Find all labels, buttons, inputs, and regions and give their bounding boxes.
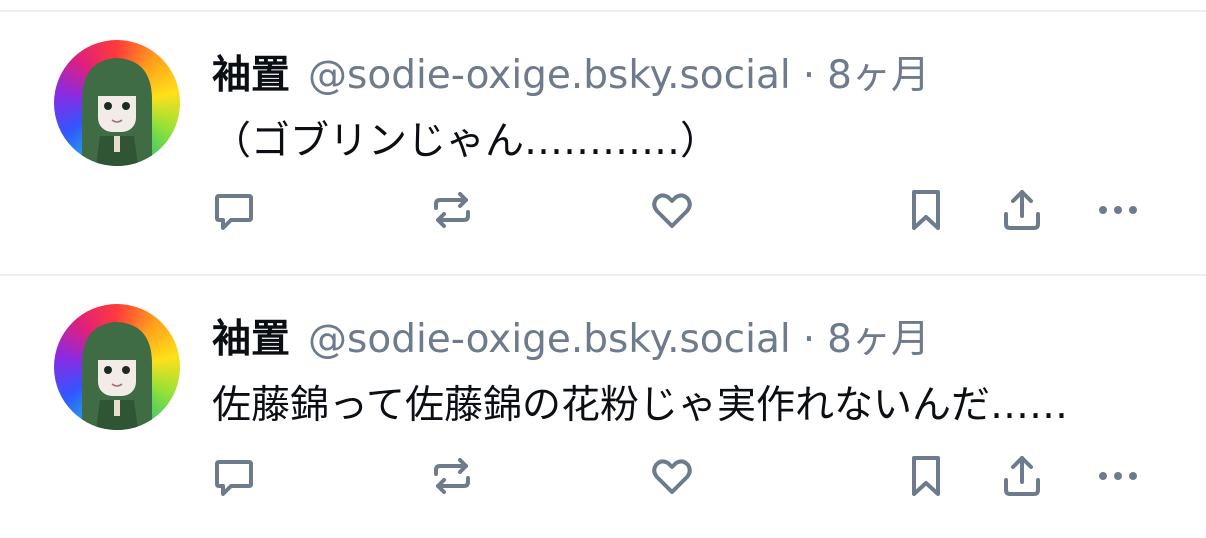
share-icon: [1004, 456, 1040, 496]
more-icon: [1099, 472, 1137, 480]
like-icon: [652, 193, 692, 228]
more-button[interactable]: [1094, 186, 1142, 234]
bookmark-icon: [912, 190, 940, 230]
like-icon: [652, 459, 692, 494]
reply-button[interactable]: [210, 452, 258, 500]
share-button[interactable]: [998, 452, 1046, 500]
more-icon: [1099, 206, 1137, 214]
more-button[interactable]: [1094, 452, 1142, 500]
bookmark-icon: [912, 456, 940, 496]
repost-icon: [434, 192, 470, 228]
post-item[interactable]: 袖置 @sodie-oxige.bsky.social · 8ヶ月 （ゴブリンじ…: [0, 12, 1206, 274]
reply-icon: [215, 460, 253, 496]
like-button[interactable]: [648, 452, 696, 500]
post-item[interactable]: 袖置 @sodie-oxige.bsky.social · 8ヶ月 佐藤錦って佐…: [0, 276, 1206, 538]
bookmark-button[interactable]: [902, 452, 950, 500]
bookmark-button[interactable]: [902, 186, 950, 234]
reply-button[interactable]: [210, 186, 258, 234]
share-icon: [1004, 190, 1040, 230]
reply-icon: [215, 194, 253, 230]
like-button[interactable]: [648, 186, 696, 234]
share-button[interactable]: [998, 186, 1046, 234]
repost-button[interactable]: [428, 186, 476, 234]
repost-button[interactable]: [428, 452, 476, 500]
repost-icon: [434, 458, 470, 494]
